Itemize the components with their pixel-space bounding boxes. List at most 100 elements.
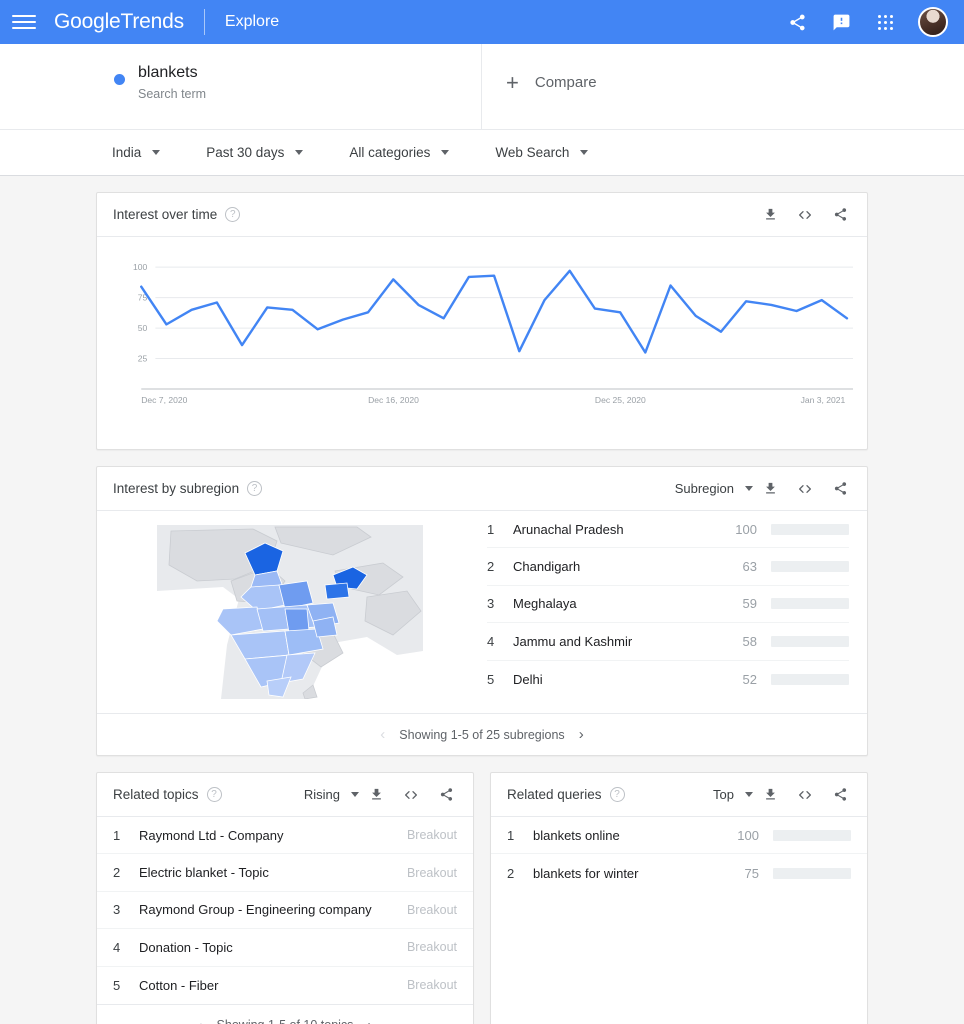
related-queries-list: 1 blankets online 100 2 blankets for win… [491, 817, 867, 1024]
hamburger-icon[interactable] [12, 10, 36, 34]
subregion-body: 1 Arunachal Pradesh 100 2 Chandigarh 63 … [97, 511, 867, 713]
brand-logo[interactable]: GoogleTrends [54, 10, 184, 34]
brand-trends-text: Trends [120, 10, 185, 33]
interest-by-subregion-header: Interest by subregion ? Subregion [97, 467, 867, 511]
compare-button[interactable]: + Compare [482, 44, 964, 129]
help-icon[interactable]: ? [609, 787, 625, 802]
chevron-down-icon [745, 792, 753, 797]
related-topics-selector[interactable]: Rising [304, 787, 359, 802]
rank: 1 [507, 827, 515, 843]
list-item[interactable]: 2 Electric blanket - Topic Breakout [97, 854, 473, 892]
apps-grid-icon[interactable] [874, 11, 896, 33]
list-item[interactable]: 2 Chandigarh 63 [487, 548, 849, 586]
rank: 4 [113, 939, 121, 955]
chart-x-tick-labels: Dec 7, 2020 Dec 16, 2020 Dec 25, 2020 Jan 3… [141, 395, 845, 405]
related-queries-selector[interactable]: Top [713, 787, 753, 802]
list-item[interactable]: 5 Cotton - Fiber Breakout [97, 967, 473, 1004]
value-bar-track [771, 635, 849, 647]
feedback-icon[interactable] [830, 11, 852, 33]
share-icon[interactable] [831, 206, 849, 224]
topic-name: Donation - Topic [139, 939, 233, 955]
download-icon[interactable] [367, 786, 385, 804]
embed-icon[interactable] [796, 206, 814, 224]
query-value: 100 [737, 827, 759, 843]
chevron-down-icon [152, 150, 161, 155]
line-chart-svg[interactable]: 255075100 Dec 7, 2020 Dec 16, 2020 Dec 25,… [111, 247, 853, 443]
rank: 2 [487, 559, 495, 575]
appbar-icon-group [786, 7, 948, 37]
related-queries-title: Related queries [507, 787, 602, 802]
y-tick-label: 25 [138, 354, 148, 364]
query-value: 75 [744, 865, 759, 881]
avatar[interactable] [918, 7, 948, 37]
list-item[interactable]: 5 Delhi 52 [487, 661, 849, 698]
prev-page-icon[interactable]: ‹ [198, 1018, 203, 1024]
list-item[interactable]: 1 blankets online 100 [491, 817, 867, 855]
subregion-value: 100 [735, 521, 757, 537]
list-item[interactable]: 4 Donation - Topic Breakout [97, 929, 473, 967]
chart-series-line [140, 269, 849, 354]
related-topics-tools [367, 786, 455, 804]
related-queries-card: Related queries ? Top 1 blankets online … [490, 772, 868, 1024]
embed-icon[interactable] [796, 480, 814, 498]
rank: 3 [113, 902, 121, 918]
interest-over-time-chart[interactable]: 25 50 75 100 Dec 7, 2020 Dec 16, 2020 Dec 25,… [97, 237, 867, 449]
related-queries-selector-label: Top [713, 787, 734, 802]
embed-icon[interactable] [796, 786, 814, 804]
filter-location[interactable]: India [112, 145, 161, 160]
subregion-selector[interactable]: Subregion [675, 481, 753, 496]
compare-label: Compare [534, 74, 597, 91]
share-icon[interactable] [831, 786, 849, 804]
next-page-icon[interactable]: › [367, 1018, 372, 1024]
filter-category[interactable]: All categories [349, 145, 450, 160]
topic-name: Cotton - Fiber [139, 977, 219, 993]
filter-searchtype[interactable]: Web Search [495, 145, 589, 160]
filter-timerange[interactable]: Past 30 days [206, 145, 304, 160]
bottom-panels: Related topics ? Rising 1 Raymond Ltd - … [96, 772, 868, 1024]
rank: 1 [487, 521, 495, 537]
prev-page-icon[interactable]: ‹ [380, 727, 385, 742]
value-bar-track [773, 867, 851, 879]
list-item[interactable]: 4 Jammu and Kashmir 58 [487, 623, 849, 661]
topic-value: Breakout [406, 978, 457, 993]
filter-category-label: All categories [349, 145, 431, 160]
list-item[interactable]: 1 Arunachal Pradesh 100 [487, 511, 849, 549]
rank: 2 [507, 865, 515, 881]
list-item[interactable]: 3 Meghalaya 59 [487, 586, 849, 624]
subregion-name: Jammu and Kashmir [513, 633, 633, 649]
share-icon[interactable] [831, 480, 849, 498]
share-icon[interactable] [437, 786, 455, 804]
value-bar-track [771, 673, 849, 685]
search-term-card[interactable]: blankets Search term [0, 44, 482, 129]
help-icon[interactable]: ? [247, 481, 263, 496]
download-icon[interactable] [761, 206, 779, 224]
share-icon[interactable] [786, 11, 808, 33]
related-queries-tools [761, 786, 849, 804]
rank: 3 [487, 596, 495, 612]
query-name: blankets for winter [533, 865, 639, 881]
related-topics-selector-label: Rising [303, 787, 340, 802]
list-item[interactable]: 2 blankets for winter 75 [491, 854, 867, 891]
rank: 5 [487, 671, 495, 687]
explore-link[interactable]: Explore [225, 13, 279, 31]
embed-icon[interactable] [402, 786, 420, 804]
list-item[interactable]: 3 Raymond Group - Engineering company Br… [97, 892, 473, 930]
subregion-value: 58 [742, 633, 757, 649]
topic-name: Raymond Ltd - Company [139, 827, 284, 843]
chevron-down-icon [295, 150, 304, 155]
help-icon[interactable]: ? [225, 207, 241, 222]
interest-by-subregion-title: Interest by subregion [113, 481, 240, 496]
download-icon[interactable] [761, 480, 779, 498]
search-term-type: Search term [138, 87, 207, 101]
filter-location-label: India [112, 145, 142, 160]
x-tick-label: Dec 7, 2020 [141, 395, 187, 405]
list-item[interactable]: 1 Raymond Ltd - Company Breakout [97, 817, 473, 855]
india-choropleth-map[interactable] [97, 511, 487, 713]
subregion-value: 52 [742, 671, 757, 687]
next-page-icon[interactable]: › [579, 727, 584, 742]
brand-google-text: Google [54, 10, 121, 33]
map-svg[interactable] [157, 525, 423, 699]
help-icon[interactable]: ? [206, 787, 222, 802]
interest-over-time-tools [761, 206, 849, 224]
download-icon[interactable] [761, 786, 779, 804]
